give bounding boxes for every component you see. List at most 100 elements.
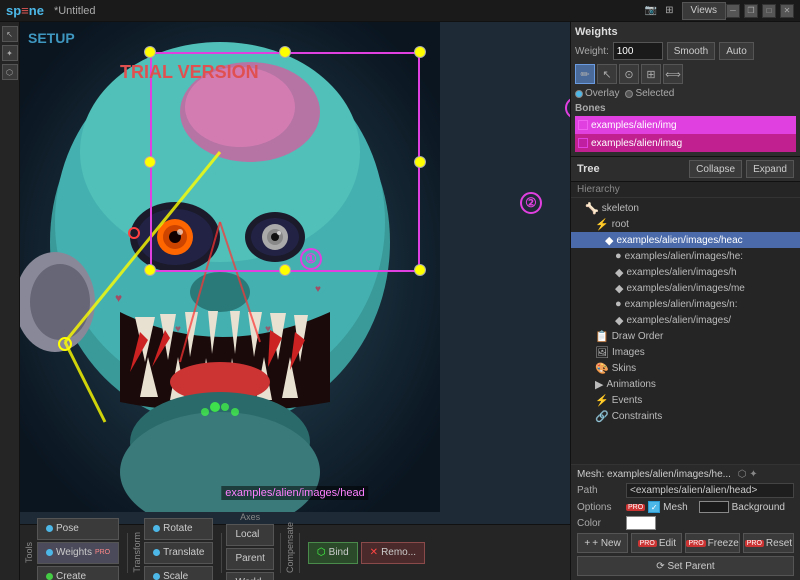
- skins-icon: 🎨: [595, 362, 609, 375]
- tool-bone[interactable]: ✦: [2, 45, 18, 61]
- lasso-icon[interactable]: ⊙: [619, 64, 639, 84]
- create-button[interactable]: Create: [37, 566, 119, 580]
- set-parent-button[interactable]: ⟳ Set Parent: [577, 556, 794, 576]
- tree-item-draw-order[interactable]: 📋 Draw Order: [571, 328, 800, 344]
- region-icon[interactable]: ⊞: [641, 64, 661, 84]
- viewport[interactable]: ♥ ♥ ♥ ♥ ①: [20, 22, 570, 580]
- translate-button[interactable]: Translate: [144, 542, 213, 564]
- tree-item-head[interactable]: ◆ examples/alien/images/heac: [571, 232, 800, 248]
- tree-item-events[interactable]: ⚡ Events: [571, 392, 800, 408]
- color-row: Color: [577, 516, 794, 530]
- circle-2: ②: [520, 192, 542, 214]
- weights-button[interactable]: Weights PRO: [37, 542, 119, 564]
- grid-icon[interactable]: ⊞: [665, 5, 673, 16]
- smooth-button[interactable]: Smooth: [667, 42, 715, 60]
- control-point-br[interactable]: [414, 264, 426, 276]
- control-point-bl[interactable]: [144, 264, 156, 276]
- tree-item-skeleton[interactable]: 🦴 skeleton: [571, 200, 800, 216]
- tree-item-sub1[interactable]: ● examples/alien/images/he:: [571, 248, 800, 264]
- expand-button[interactable]: Expand: [746, 160, 794, 178]
- tree-item-constraints[interactable]: 🔗 Constraints: [571, 408, 800, 424]
- tree-item-animations[interactable]: ▶ Animations: [571, 376, 800, 392]
- mirror-icon[interactable]: ⟺: [663, 64, 683, 84]
- mesh-checkbox[interactable]: ✓: [648, 501, 660, 513]
- sub1-icon: ●: [615, 250, 622, 262]
- rotate-button[interactable]: Rotate: [144, 518, 213, 540]
- path-value[interactable]: <examples/alien/alien/head>: [626, 483, 794, 498]
- background-swatch[interactable]: [699, 501, 729, 513]
- minimize-button[interactable]: ─: [726, 4, 740, 18]
- tree-item-sub4[interactable]: ● examples/alien/images/n:: [571, 296, 800, 312]
- pro-badge-edit: PRO: [638, 540, 657, 547]
- overlay-option[interactable]: Overlay: [575, 88, 619, 99]
- views-button[interactable]: Views: [682, 2, 727, 20]
- maximize-button[interactable]: □: [762, 4, 776, 18]
- bottom-toolbar: Tools Pose Weights PRO Create Transform: [20, 524, 570, 580]
- bones-section-label: Bones: [575, 103, 796, 114]
- pose-icon: [46, 525, 53, 532]
- restore-button[interactable]: ❐: [744, 4, 758, 18]
- control-point-tr[interactable]: [414, 46, 426, 58]
- weight-input[interactable]: [613, 42, 663, 60]
- tools-label: Tools: [24, 542, 34, 563]
- remove-button[interactable]: ✕ Remo...: [361, 542, 425, 564]
- pivot-point[interactable]: [128, 227, 140, 239]
- new-button[interactable]: + + New: [577, 533, 628, 553]
- freeze-button[interactable]: PRO Freeze: [685, 533, 739, 553]
- bone-item-2[interactable]: examples/alien/imag: [575, 134, 796, 152]
- parent-button[interactable]: Parent: [226, 548, 273, 570]
- control-point-tm[interactable]: [279, 46, 291, 58]
- transform-label: Transform: [132, 532, 142, 573]
- bind-button[interactable]: ⬡ Bind: [308, 542, 358, 564]
- weights-title: Weights: [575, 26, 796, 38]
- hierarchy-label: Hierarchy: [571, 182, 800, 198]
- tree-item-images[interactable]: 🖼 Images: [571, 344, 800, 360]
- control-point-bm[interactable]: [279, 264, 291, 276]
- selected-option[interactable]: Selected: [625, 88, 674, 99]
- tree-title: Tree: [577, 163, 600, 175]
- path-row: Path <examples/alien/alien/head>: [577, 483, 794, 498]
- edit-button[interactable]: PRO Edit: [631, 533, 682, 553]
- bone-item-1[interactable]: examples/alien/img: [575, 116, 796, 134]
- paint-icon[interactable]: ✏: [575, 64, 595, 84]
- remove-icon: ✕: [370, 547, 378, 558]
- scale-button[interactable]: Scale: [144, 566, 213, 580]
- control-point-tl[interactable]: [144, 46, 156, 58]
- tree-item-sub3[interactable]: ◆ examples/alien/images/me: [571, 280, 800, 296]
- local-button[interactable]: Local: [226, 524, 273, 546]
- control-point-mr[interactable]: [414, 156, 426, 168]
- control-point-ml[interactable]: [144, 156, 156, 168]
- tool-arrow[interactable]: ↖: [2, 26, 18, 42]
- pro-badge-mesh: PRO: [626, 504, 645, 511]
- collapse-button[interactable]: Collapse: [689, 160, 742, 178]
- weights-icon: [46, 549, 53, 556]
- reset-button[interactable]: PRO Reset: [743, 533, 794, 553]
- animations-icon: ▶: [595, 378, 603, 391]
- screenshot-icon[interactable]: 📷: [645, 5, 657, 16]
- pro-badge-weights: PRO: [95, 549, 110, 556]
- close-button[interactable]: ✕: [780, 4, 794, 18]
- color-swatch[interactable]: [626, 516, 656, 530]
- background-label: Background: [732, 502, 785, 513]
- images-icon: 🖼: [595, 346, 609, 359]
- tree-panel: Tree Collapse Expand Hierarchy 🦴 skeleto…: [571, 157, 800, 580]
- constraints-icon: 🔗: [595, 410, 609, 423]
- pro-badge-freeze: PRO: [686, 540, 705, 547]
- overlay-radio[interactable]: [575, 90, 583, 98]
- world-button[interactable]: World: [226, 572, 273, 580]
- selected-radio[interactable]: [625, 90, 633, 98]
- tree-item-root[interactable]: ⚡ root: [571, 216, 800, 232]
- pose-button[interactable]: Pose: [37, 518, 119, 540]
- window-title: *Untitled: [54, 5, 96, 17]
- sub3-icon: ◆: [615, 282, 623, 295]
- tree-item-skins[interactable]: 🎨 Skins: [571, 360, 800, 376]
- svg-text:♥: ♥: [265, 324, 271, 335]
- origin-circle[interactable]: [58, 337, 72, 351]
- tree-item-sub5[interactable]: ◆ examples/alien/images/: [571, 312, 800, 328]
- auto-button[interactable]: Auto: [719, 42, 754, 60]
- select-icon[interactable]: ↖: [597, 64, 617, 84]
- tree-item-sub2[interactable]: ◆ examples/alien/images/h: [571, 264, 800, 280]
- tool-mesh[interactable]: ⬡: [2, 64, 18, 80]
- set-parent-row: ⟳ Set Parent: [577, 556, 794, 576]
- bind-remove-group: ⬡ Bind ✕ Remo...: [308, 542, 425, 564]
